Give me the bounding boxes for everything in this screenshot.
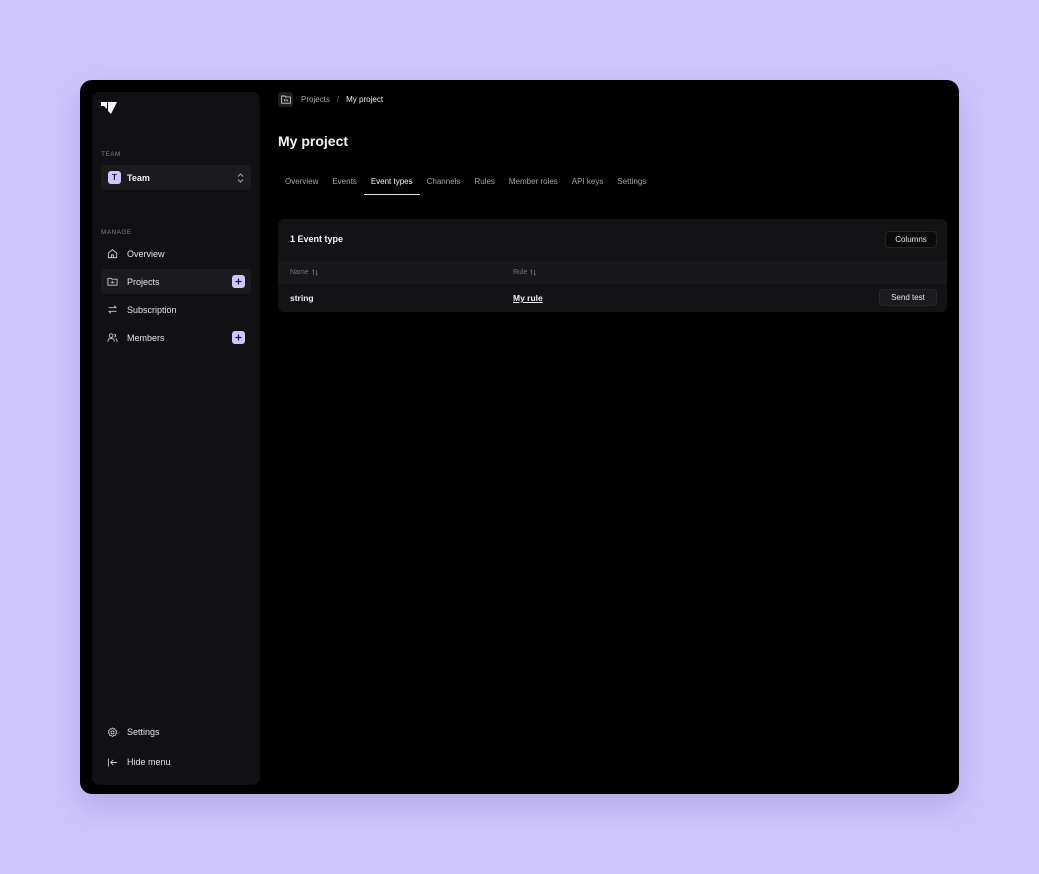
- breadcrumb-current: My project: [346, 95, 384, 104]
- breadcrumb-projects-link[interactable]: Projects: [301, 95, 330, 104]
- event-type-name: string: [290, 293, 314, 303]
- columns-button[interactable]: Columns: [885, 231, 937, 248]
- sort-icon: [530, 269, 537, 276]
- team-section-label: TEAM: [101, 151, 121, 158]
- team-avatar: T: [108, 171, 121, 184]
- sidebar-item-label: Projects: [127, 276, 160, 287]
- tab-member-roles[interactable]: Member roles: [502, 175, 565, 195]
- tab-rules[interactable]: Rules: [467, 175, 501, 195]
- brand-logo-icon[interactable]: [101, 101, 117, 115]
- collapse-left-icon: [107, 757, 118, 767]
- table-row: string My rule Send test: [278, 284, 947, 312]
- rule-link[interactable]: My rule: [513, 284, 543, 312]
- breadcrumb: Projects / My project: [278, 92, 383, 107]
- team-select[interactable]: T Team: [101, 165, 251, 190]
- event-types-card: 1 Event type Columns Name Rule string My…: [278, 219, 947, 312]
- add-project-button[interactable]: [232, 275, 245, 288]
- users-icon: [107, 333, 118, 342]
- gear-icon: [107, 727, 118, 737]
- chevron-up-down-icon: [237, 172, 244, 183]
- tab-overview[interactable]: Overview: [278, 175, 325, 195]
- breadcrumb-folder-icon: [278, 92, 293, 107]
- hide-menu-label: Hide menu: [127, 757, 171, 767]
- sidebar-settings-label: Settings: [127, 727, 160, 737]
- tab-api-keys[interactable]: API keys: [565, 175, 611, 195]
- column-header-name[interactable]: Name: [290, 261, 318, 284]
- sidebar-item-label: Overview: [127, 248, 165, 259]
- add-member-button[interactable]: [232, 331, 245, 344]
- sidebar-item-label: Members: [127, 332, 165, 343]
- column-header-label: Name: [290, 269, 309, 276]
- column-header-rule[interactable]: Rule: [513, 261, 537, 284]
- sidebar-item-label: Subscription: [127, 304, 177, 315]
- sidebar-item-members[interactable]: Members: [101, 325, 251, 350]
- sidebar-item-subscription[interactable]: Subscription: [101, 297, 251, 322]
- main-content: Projects / My project My project Overvie…: [278, 92, 947, 794]
- plus-icon: [235, 334, 242, 341]
- sidebar: TEAM T Team MANAGE Overview Projects Sub…: [92, 92, 260, 785]
- tab-channels[interactable]: Channels: [420, 175, 468, 195]
- card-title: 1 Event type: [290, 234, 344, 244]
- sidebar-settings[interactable]: Settings: [101, 722, 251, 742]
- send-test-button[interactable]: Send test: [879, 289, 937, 306]
- app-window: TEAM T Team MANAGE Overview Projects Sub…: [80, 80, 959, 794]
- tab-events[interactable]: Events: [325, 175, 363, 195]
- table-header: Name Rule: [278, 261, 947, 284]
- sort-icon: [311, 269, 318, 276]
- page-title: My project: [278, 133, 349, 149]
- sidebar-item-overview[interactable]: Overview: [101, 241, 251, 266]
- tab-event-types[interactable]: Event types: [363, 175, 420, 195]
- column-header-label: Rule: [513, 269, 528, 276]
- manage-section-label: MANAGE: [101, 229, 132, 236]
- breadcrumb-separator: /: [336, 95, 340, 104]
- sidebar-item-projects[interactable]: Projects: [101, 269, 251, 294]
- tab-settings[interactable]: Settings: [610, 175, 653, 195]
- folder-icon: [107, 277, 118, 286]
- plus-icon: [235, 278, 242, 285]
- hide-menu-button[interactable]: Hide menu: [101, 752, 251, 772]
- arrows-swap-icon: [108, 305, 117, 314]
- team-select-label: Team: [127, 172, 150, 183]
- project-tabs: Overview Events Event types Channels Rul…: [278, 175, 653, 195]
- home-icon: [107, 249, 118, 259]
